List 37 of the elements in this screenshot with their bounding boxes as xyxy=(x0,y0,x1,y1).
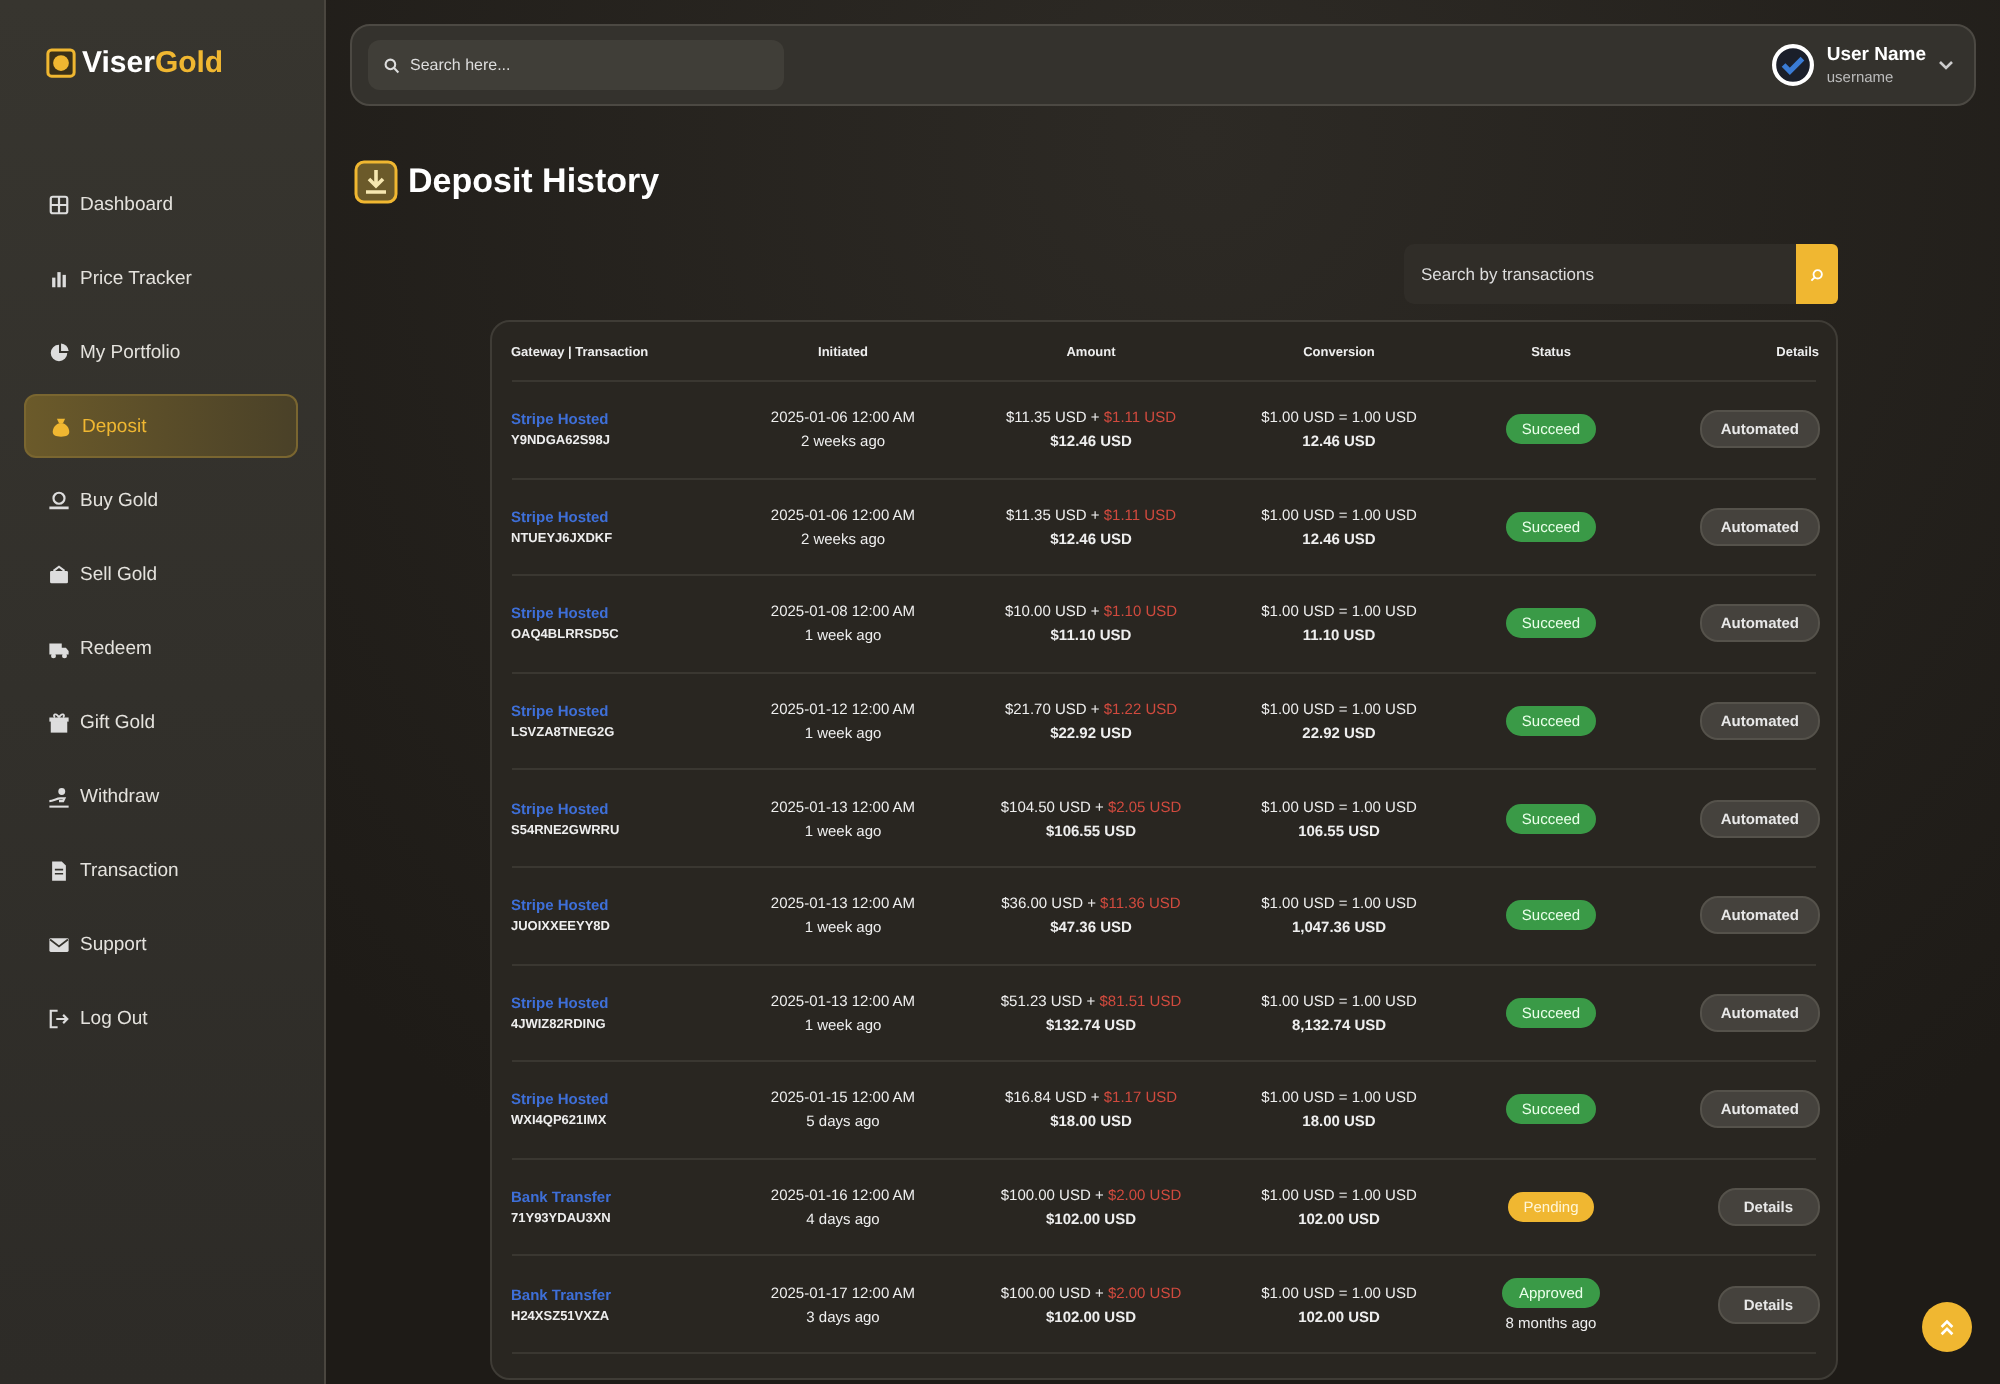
sidebar-item[interactable]: Sell Gold xyxy=(24,542,298,606)
box-icon xyxy=(48,563,70,585)
download-icon xyxy=(354,160,398,204)
hand-coin-icon xyxy=(48,489,70,511)
sidebar-item[interactable]: Redeem xyxy=(24,616,298,680)
pie-chart-icon xyxy=(48,341,70,363)
avatar-icon[interactable] xyxy=(1772,44,1815,86)
envelope-icon xyxy=(48,933,70,955)
page-title: Deposit History xyxy=(408,162,660,202)
search-field[interactable]: Search here... xyxy=(368,40,784,90)
transaction-search-field[interactable]: Search by transactions xyxy=(1403,244,1795,304)
grid-icon xyxy=(48,193,70,215)
sidebar-item[interactable]: Gift Gold xyxy=(24,690,298,754)
logo-icon xyxy=(46,47,76,77)
double-chevron-up-icon xyxy=(1938,1318,1956,1336)
sidebar-item[interactable]: My Portfolio xyxy=(24,320,298,384)
gift-icon xyxy=(48,711,70,733)
sidebar-item[interactable]: Log Out xyxy=(24,986,298,1050)
logo-text: ViserGold xyxy=(82,45,224,79)
sidebar-item[interactable]: Withdraw xyxy=(24,764,298,828)
sidebar-item[interactable]: Dashboard xyxy=(24,172,298,236)
scroll-top-button[interactable] xyxy=(1922,1302,1972,1352)
chevron-down-icon[interactable] xyxy=(1938,59,1954,71)
search-icon xyxy=(1809,267,1823,281)
sidebar-item[interactable]: Price Tracker xyxy=(24,246,298,310)
search-button[interactable] xyxy=(1795,244,1837,304)
document-icon xyxy=(48,859,70,881)
sidebar-item[interactable]: Deposit xyxy=(24,394,298,458)
user-name: User Name xyxy=(1826,44,1926,66)
sidebar-item[interactable]: Transaction xyxy=(24,838,298,902)
logout-icon xyxy=(48,1007,70,1029)
sidebar-item[interactable]: Buy Gold xyxy=(24,468,298,532)
bar-chart-icon xyxy=(48,267,70,289)
money-bag-icon xyxy=(50,415,72,437)
sidebar-item[interactable]: Support xyxy=(24,912,298,976)
hand-icon xyxy=(48,785,70,807)
search-icon xyxy=(384,57,400,73)
